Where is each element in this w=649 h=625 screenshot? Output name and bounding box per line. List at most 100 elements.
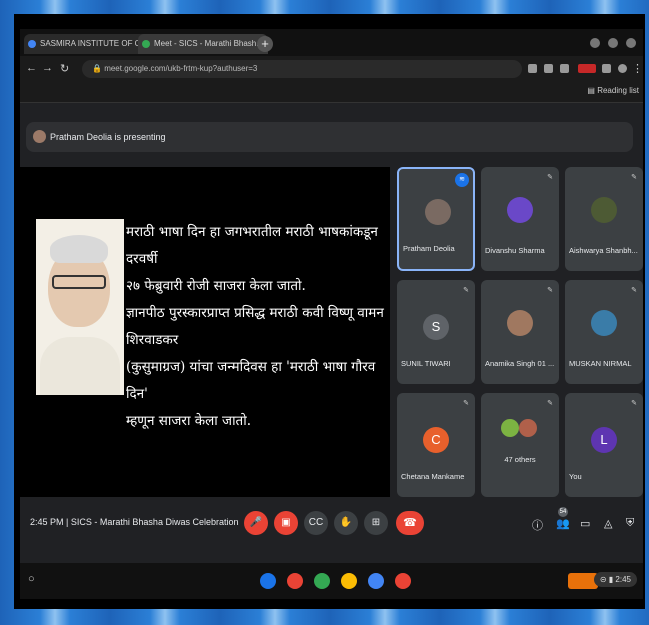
more-options-icon[interactable] bbox=[372, 511, 386, 535]
muted-mic-icon: ✎ bbox=[463, 400, 469, 407]
muted-mic-icon: ✎ bbox=[631, 400, 637, 407]
reload-icon[interactable]: ↻ bbox=[60, 62, 69, 75]
end-call-button[interactable]: ☎ bbox=[396, 511, 424, 535]
close-window-icon[interactable] bbox=[626, 38, 636, 48]
captions-button[interactable]: CC bbox=[304, 511, 328, 535]
status-tray[interactable]: ⊝ ▮ 2:45 bbox=[593, 572, 637, 587]
microphone-off-button[interactable]: 🎤 bbox=[244, 511, 268, 535]
files-app-icon[interactable] bbox=[260, 573, 276, 589]
bookmark-star-icon[interactable] bbox=[560, 64, 569, 73]
participant-name: Aishwarya Shanbh... bbox=[569, 246, 638, 255]
menu-kebab-icon[interactable]: ⋮ bbox=[632, 62, 643, 75]
participant-name: Pratham Deolia bbox=[403, 244, 455, 253]
participant-name: Anamika Singh 01 ... bbox=[485, 359, 555, 368]
minimize-icon[interactable] bbox=[590, 38, 600, 48]
url-field[interactable]: 🔒 meet.google.com/ukb-frtm-kup?authuser=… bbox=[82, 60, 522, 78]
muted-mic-icon: ✎ bbox=[547, 174, 553, 181]
chrome-app-icon[interactable] bbox=[341, 573, 357, 589]
play-store-app-icon[interactable] bbox=[314, 573, 330, 589]
meeting-details: 2:45 PM | SICS - Marathi Bhasha Diwas Ce… bbox=[30, 517, 238, 527]
cast-icon[interactable] bbox=[528, 64, 537, 73]
tab-meet[interactable]: Meet - SICS - Marathi Bhash... ✕ bbox=[138, 34, 268, 54]
participant-name: You bbox=[569, 472, 582, 481]
address-bar-row: ← → ↻ 🔒 meet.google.com/ukb-frtm-kup?aut… bbox=[20, 56, 643, 82]
participant-initial: C bbox=[423, 427, 449, 453]
muted-mic-icon: ✎ bbox=[463, 287, 469, 294]
participant-tile[interactable]: ✎ Aishwarya Shanbh... bbox=[565, 167, 643, 271]
meeting-info-icon[interactable]: ⓘ bbox=[532, 517, 543, 533]
share-icon[interactable] bbox=[544, 64, 553, 73]
slide-line: २७ फेब्रुवारी रोजी साजरा केला जातो. bbox=[126, 278, 306, 294]
extension-icon[interactable] bbox=[578, 64, 596, 73]
people-icon[interactable]: 👥 bbox=[556, 517, 570, 530]
tab-favicon-icon bbox=[28, 40, 36, 48]
participant-tile[interactable]: ✎ MUSKAN NIRMAL bbox=[565, 280, 643, 384]
poet-portrait-image bbox=[36, 219, 124, 395]
activities-icon[interactable]: ◬ bbox=[604, 517, 612, 530]
profile-avatar-icon[interactable] bbox=[618, 64, 627, 73]
participant-tile[interactable]: ✎ S SUNIL TIWARI bbox=[397, 280, 475, 384]
raise-hand-button[interactable]: ✋ bbox=[334, 511, 358, 535]
maximize-icon[interactable] bbox=[608, 38, 618, 48]
clock: 2:45 bbox=[615, 575, 631, 584]
slide-line: मराठी भाषा दिन हा जगभरातील मराठी भाषकांक… bbox=[126, 224, 378, 267]
slide-line: म्हणून साजरा केला जातो. bbox=[126, 413, 252, 429]
presentation-view: मराठी भाषा दिन हा जगभरातील मराठी भाषकांक… bbox=[20, 167, 390, 497]
people-count-badge: 54 bbox=[558, 507, 568, 517]
others-avatar bbox=[501, 419, 519, 437]
tab-label: Meet - SICS - Marathi Bhash... bbox=[154, 39, 263, 48]
slide-line: (कुसुमाग्रज) यांचा जन्मदिवस हा 'मराठी भा… bbox=[126, 359, 376, 402]
muted-mic-icon: ✎ bbox=[631, 174, 637, 181]
slide-text: मराठी भाषा दिन हा जगभरातील मराठी भाषकांक… bbox=[126, 219, 388, 435]
meeting-time: 2:45 PM bbox=[30, 517, 64, 527]
participant-tile[interactable]: ✎ 47 others bbox=[481, 393, 559, 497]
presenter-avatar bbox=[33, 130, 46, 143]
meet-controls-bar: 2:45 PM | SICS - Marathi Bhasha Diwas Ce… bbox=[20, 503, 643, 543]
participant-tile[interactable]: ≋ Pratham Deolia bbox=[397, 167, 475, 271]
portrait-shirt bbox=[40, 337, 120, 395]
separator: | bbox=[66, 517, 69, 527]
participant-photo bbox=[507, 197, 533, 223]
os-shelf: ○ ⊝ ▮ 2:45 bbox=[20, 563, 643, 599]
participant-initial: L bbox=[591, 427, 617, 453]
tab-label: SASMIRA INSTITUTE OF COMM... bbox=[40, 39, 152, 48]
participant-name: MUSKAN NIRMAL bbox=[569, 359, 632, 368]
speaking-indicator-icon: ≋ bbox=[455, 173, 469, 187]
host-controls-icon[interactable]: ⛨ bbox=[626, 517, 634, 530]
participant-initial: S bbox=[423, 314, 449, 340]
meet-favicon-icon bbox=[142, 40, 150, 48]
chromeos-screen: SASMIRA INSTITUTE OF COMM... ✕ Meet - SI… bbox=[20, 29, 643, 599]
gmail-app-icon[interactable] bbox=[287, 573, 303, 589]
portrait-glasses bbox=[52, 275, 106, 289]
others-count: 47 others bbox=[504, 455, 536, 464]
participant-tile[interactable]: ✎ Divanshu Sharma bbox=[481, 167, 559, 271]
camera-off-button[interactable]: ▣ bbox=[274, 511, 298, 535]
new-tab-button[interactable]: + bbox=[257, 36, 273, 52]
reading-list-button[interactable]: Reading list bbox=[587, 86, 639, 95]
chat-icon[interactable]: ▭ bbox=[580, 517, 590, 530]
muted-mic-icon: ✎ bbox=[547, 287, 553, 294]
others-avatar bbox=[519, 419, 537, 437]
participant-tile[interactable]: ✎ Anamika Singh 01 ... bbox=[481, 280, 559, 384]
forward-icon[interactable]: → bbox=[42, 62, 53, 74]
presenting-text: Pratham Deolia is presenting bbox=[50, 132, 166, 142]
participant-photo bbox=[591, 197, 617, 223]
participant-photo bbox=[507, 310, 533, 336]
meeting-title: SICS - Marathi Bhasha Diwas Celebration bbox=[70, 517, 239, 527]
tab-sasmira[interactable]: SASMIRA INSTITUTE OF COMM... ✕ bbox=[24, 34, 152, 54]
participant-name: SUNIL TIWARI bbox=[401, 359, 451, 368]
participant-tile[interactable]: ✎ C Chetana Mankame bbox=[397, 393, 475, 497]
launcher-icon[interactable]: ○ bbox=[28, 573, 35, 585]
drive-app-icon[interactable] bbox=[368, 573, 384, 589]
back-icon[interactable]: ← bbox=[26, 62, 37, 74]
participant-name: Chetana Mankame bbox=[401, 472, 465, 481]
participant-photo bbox=[591, 310, 617, 336]
muted-mic-icon: ✎ bbox=[547, 400, 553, 407]
extensions-puzzle-icon[interactable] bbox=[602, 64, 611, 73]
slide-line: ज्ञानपीठ पुरस्कारप्राप्त प्रसिद्ध मराठी … bbox=[126, 305, 384, 348]
participant-tile[interactable]: ✎ L You bbox=[565, 393, 643, 497]
tab-strip: SASMIRA INSTITUTE OF COMM... ✕ Meet - SI… bbox=[20, 29, 643, 56]
muted-mic-icon: ✎ bbox=[631, 287, 637, 294]
bookmarks-bar: Reading list bbox=[20, 82, 643, 103]
other-app-icon[interactable] bbox=[395, 573, 411, 589]
